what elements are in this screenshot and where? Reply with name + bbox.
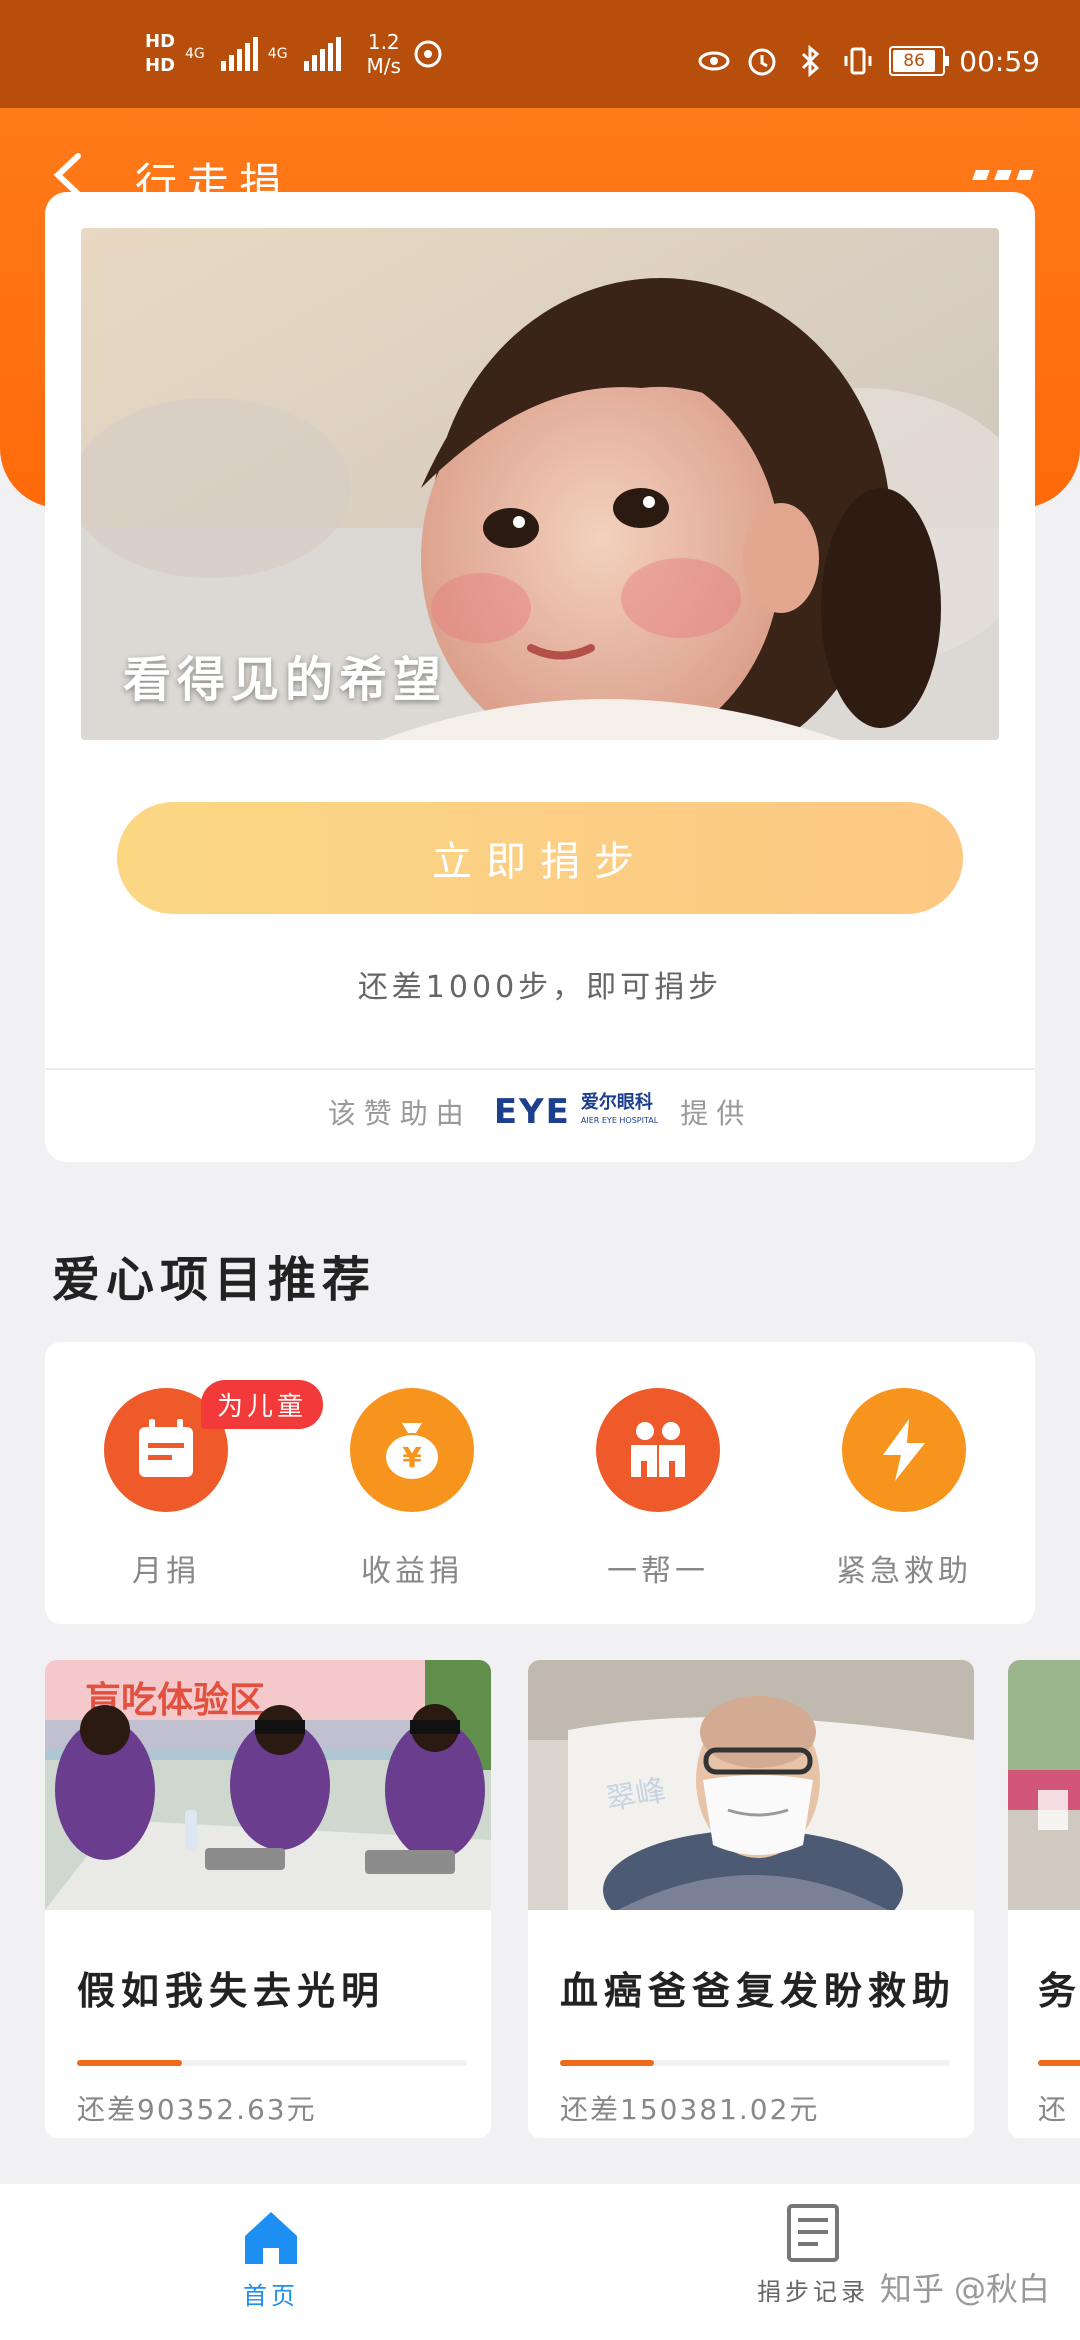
speed-value: 1.2	[367, 30, 400, 54]
sponsor-row: 该赞助由 EYE 爱尔眼科 AIER EYE HOSPITAL 提供	[45, 1092, 1035, 1132]
project-title: 务	[1038, 1969, 1080, 2013]
project-image	[1008, 1660, 1080, 1910]
section-title: 爱心项目推荐	[52, 1252, 377, 1308]
nav-home-label: 首页	[243, 2282, 299, 2310]
signal-icon	[303, 37, 341, 71]
donate-steps-button[interactable]: 立即捐步	[117, 802, 963, 914]
hd-indicator: HD HD	[145, 30, 175, 78]
category-one-to-one[interactable]: 一帮一	[558, 1388, 758, 1590]
category-label: 收益捐	[361, 1554, 463, 1589]
watermark: 知乎 @秋白	[879, 2270, 1050, 2308]
hero-image: 看得见的希望	[81, 228, 999, 740]
sponsor-logo-mark: EYE	[493, 1092, 571, 1132]
lightning-icon	[842, 1388, 966, 1512]
project-card[interactable]: 盲吃体验区 假如我失去光明 还差90352.63元	[45, 1660, 491, 2138]
hd1-label: HD	[145, 31, 176, 52]
battery-icon: 86	[889, 46, 950, 76]
document-icon	[787, 2204, 839, 2262]
project-card[interactable]: 翠峰 血癌爸爸复发盼救助 还差150381.02元	[528, 1660, 974, 2138]
project-remaining: 还	[1038, 2093, 1069, 2126]
bottom-nav: 首页 捐步记录	[0, 2184, 1080, 2340]
clock: 00:59	[959, 44, 1040, 78]
donate-steps-card: 看得见的希望 立即捐步 还差1000步，即可捐步 该赞助由 EYE 爱尔眼科 A…	[45, 192, 1035, 1162]
steps-remaining-text: 还差1000步，即可捐步	[357, 970, 723, 1005]
sponsor-logo-en: AIER EYE HOSPITAL	[580, 1116, 659, 1125]
status-right: 86 00:59	[697, 44, 1040, 78]
hero-caption: 看得见的希望	[123, 652, 448, 708]
children-badge: 为儿童	[201, 1380, 324, 1429]
category-label: 一帮一	[607, 1554, 709, 1589]
network-speed: 1.2 M/s	[367, 30, 401, 78]
money-bag-icon: ¥	[350, 1388, 474, 1512]
project-remaining: 还差150381.02元	[560, 2093, 820, 2126]
progress-track	[77, 2060, 467, 2066]
home-icon	[245, 2212, 297, 2264]
bluetooth-icon	[802, 44, 820, 78]
pair-icon	[596, 1388, 720, 1512]
hotspot-icon	[414, 40, 442, 68]
category-emergency[interactable]: 紧急救助	[804, 1388, 1004, 1590]
net2-label: 4G	[267, 46, 288, 62]
net1-label: 4G	[185, 46, 205, 62]
hd2-label: HD	[145, 55, 176, 76]
battery-level: 86	[893, 50, 935, 72]
project-image: 盲吃体验区	[45, 1660, 491, 1910]
sponsor-suffix: 提供	[680, 1097, 753, 1130]
divider	[45, 1068, 1035, 1070]
project-image: 翠峰	[528, 1660, 974, 1910]
more-menu-icon[interactable]	[972, 170, 1034, 180]
sponsor-logo-cn: 爱尔眼科	[580, 1092, 653, 1113]
status-left: HD HD 4G 4G 1.2 M/s	[145, 30, 445, 78]
status-bar: HD HD 4G 4G 1.2 M/s 86 00:59	[0, 0, 1080, 108]
project-card[interactable]: 务 还	[1008, 1660, 1080, 2138]
progress-fill	[1038, 2060, 1080, 2066]
progress-track	[1038, 2060, 1080, 2066]
vibrate-icon	[844, 47, 872, 75]
project-title: 假如我失去光明	[77, 1969, 386, 2013]
nav-step-records[interactable]: 捐步记录	[748, 2202, 878, 2307]
category-label: 月捐	[132, 1554, 200, 1589]
category-earnings[interactable]: ¥ 收益捐	[312, 1388, 512, 1590]
progress-fill	[560, 2060, 654, 2066]
sponsor-logo: EYE 爱尔眼科 AIER EYE HOSPITAL	[494, 1092, 658, 1132]
progress-track	[560, 2060, 950, 2066]
alarm-icon	[748, 48, 776, 76]
project-title: 血癌爸爸复发盼救助	[560, 1969, 957, 2013]
category-card: 月捐 ¥ 收益捐 一帮一 紧急救助 为儿童	[45, 1342, 1035, 1624]
svg-text:¥: ¥	[402, 1441, 422, 1474]
project-remaining: 还差90352.63元	[77, 2093, 317, 2126]
speed-unit: M/s	[366, 54, 401, 78]
signal-icon	[220, 37, 258, 71]
nav-records-label: 捐步记录	[757, 2278, 869, 2306]
sponsor-prefix: 该赞助由	[327, 1097, 472, 1130]
category-label: 紧急救助	[836, 1554, 972, 1589]
progress-fill	[77, 2060, 183, 2066]
eye-comfort-icon	[698, 51, 730, 71]
nav-home[interactable]: 首页	[226, 2208, 316, 2311]
